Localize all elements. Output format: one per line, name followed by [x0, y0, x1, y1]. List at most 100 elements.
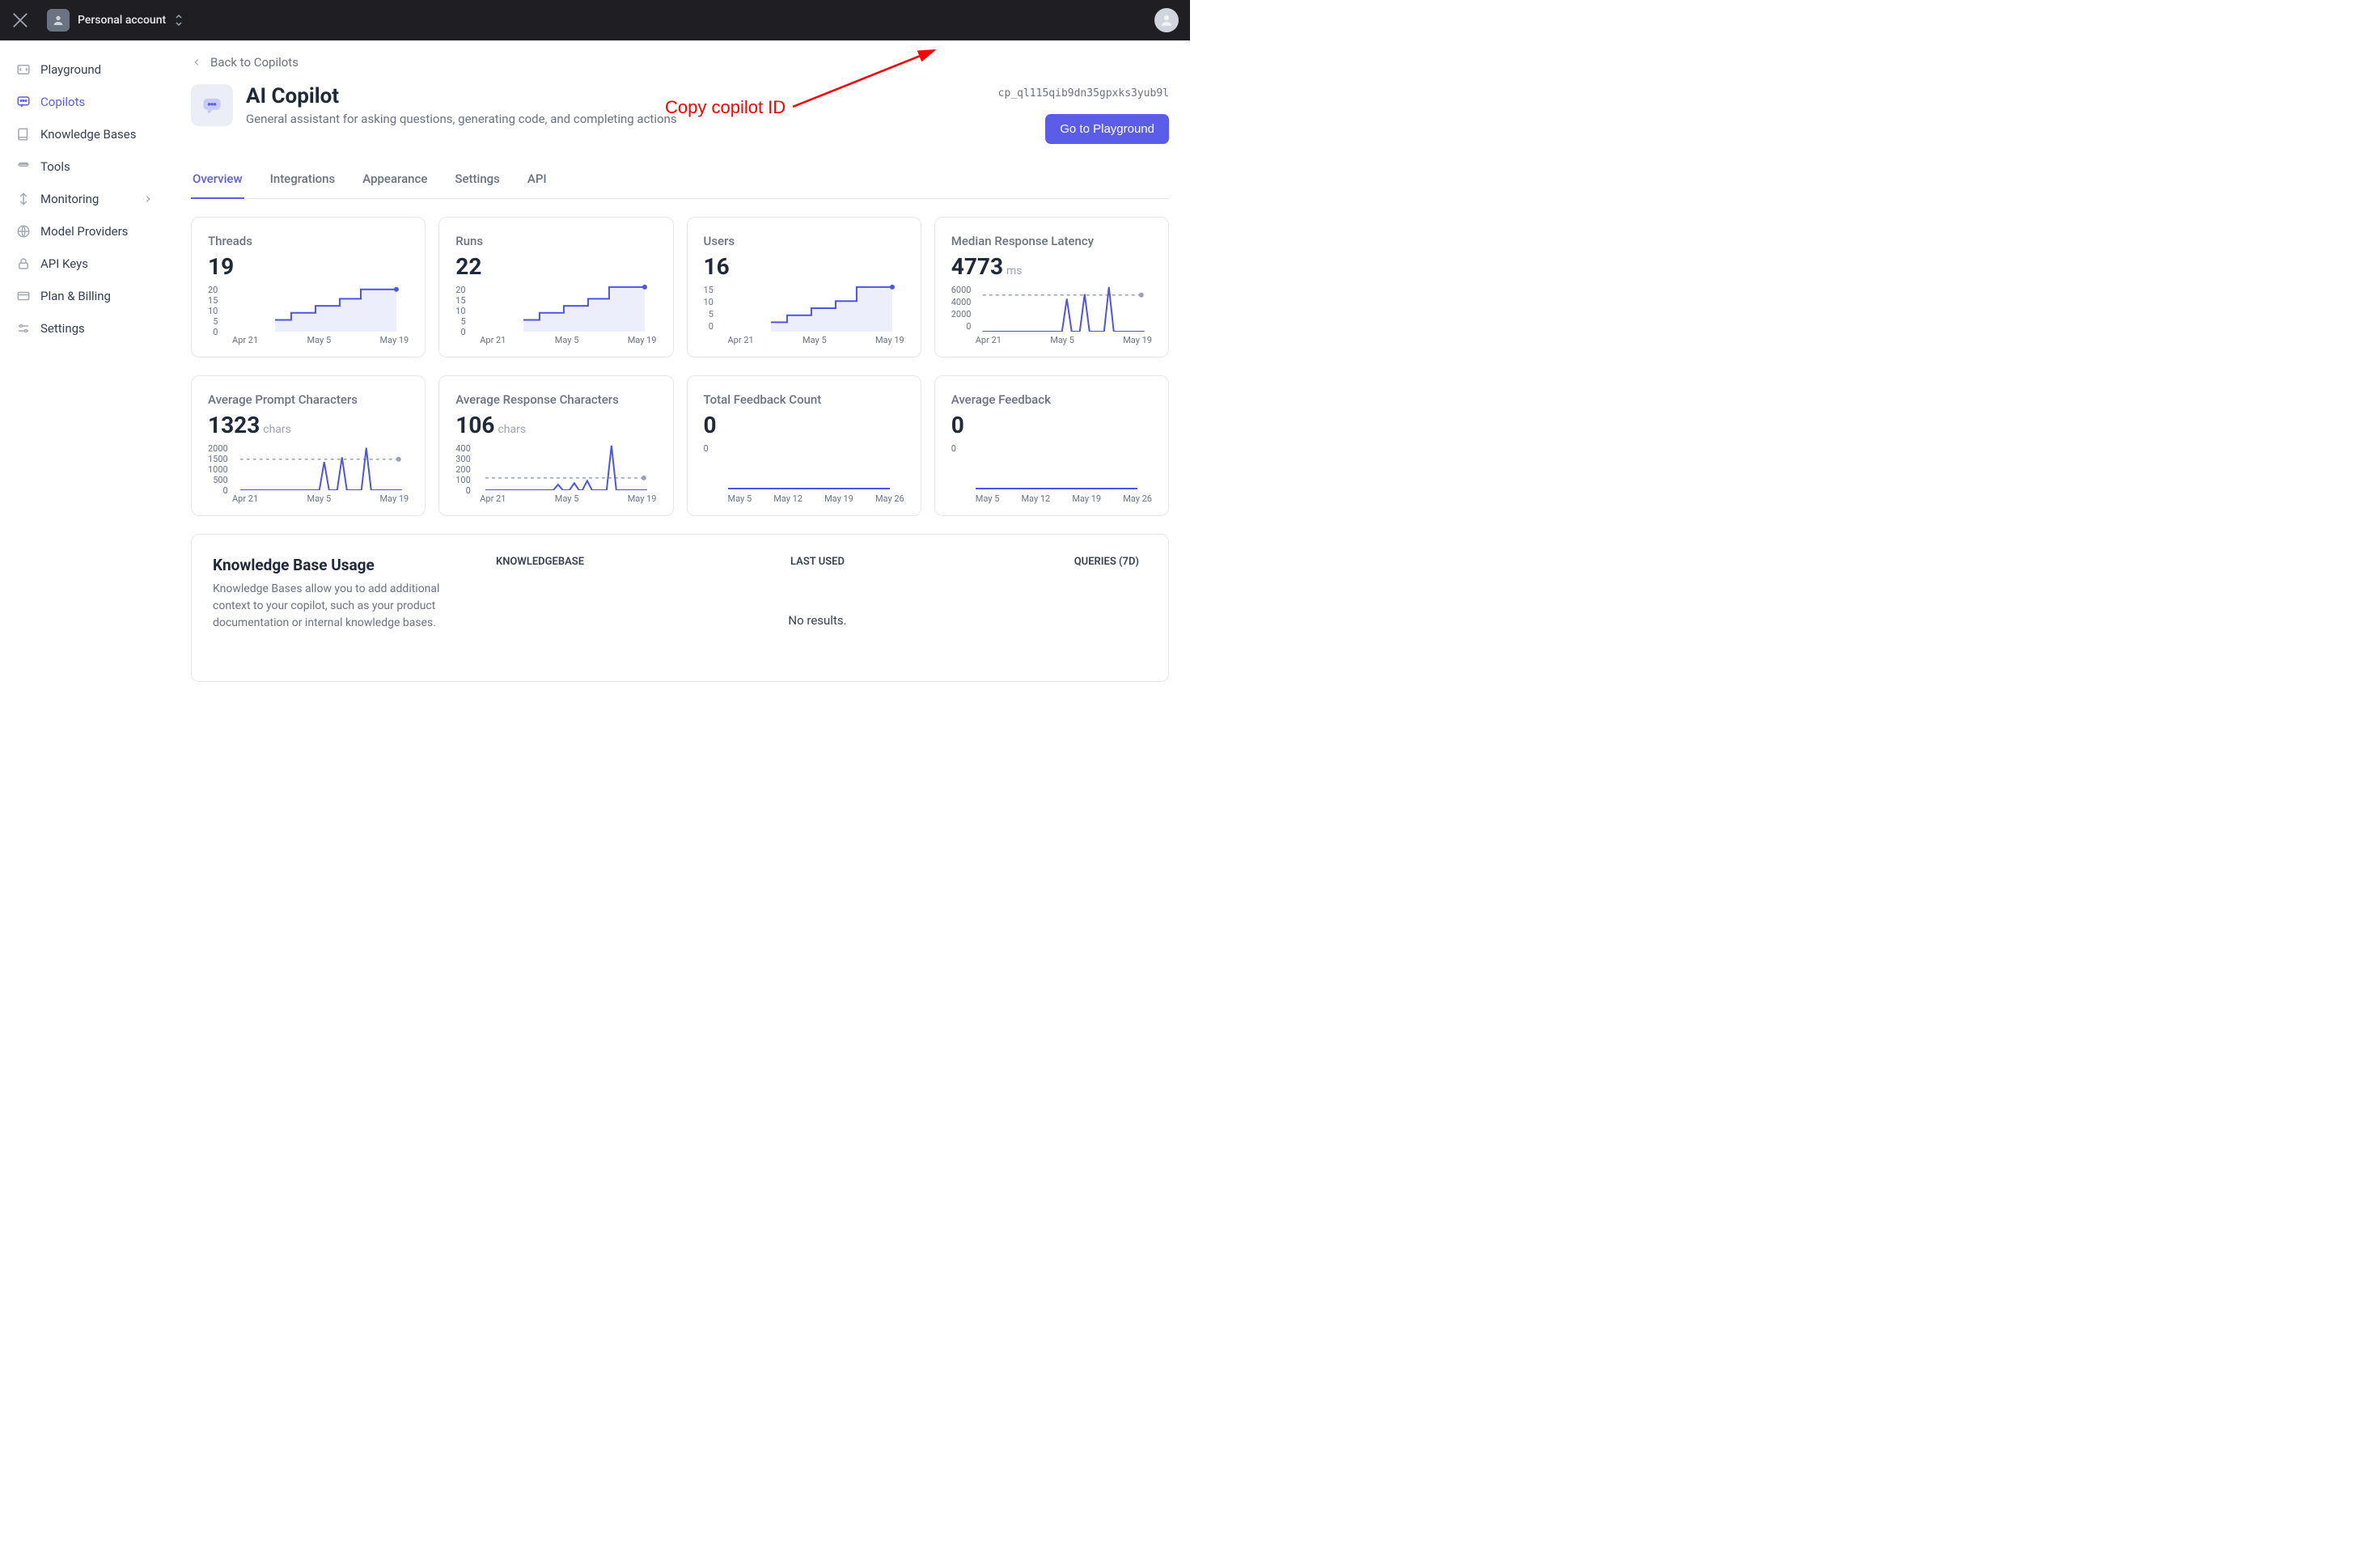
- kb-table-header: KNOWLEDGEBASE LAST USED QUERIES (7D): [488, 556, 1147, 581]
- card-icon: [16, 289, 31, 303]
- y-axis: 4003002001000: [455, 443, 471, 490]
- sidebar-item-knowledge-bases[interactable]: Knowledge Bases: [8, 120, 162, 149]
- card-value: 0: [704, 412, 717, 438]
- tabs: Overview Integrations Appearance Settings AP…: [191, 163, 1169, 199]
- sidebar-item-label: Settings: [40, 321, 85, 336]
- sidebar-item-plan-billing[interactable]: Plan & Billing: [8, 281, 162, 311]
- metric-card: Average Feedback 0 0 May 5May 12May 19Ma…: [934, 375, 1169, 516]
- page-subtitle: General assistant for asking questions, …: [246, 112, 677, 126]
- back-to-copilots-link[interactable]: Back to Copilots: [191, 55, 299, 70]
- card-title: Runs: [455, 234, 656, 248]
- go-to-playground-button[interactable]: Go to Playground: [1045, 114, 1169, 144]
- sidebar-item-settings[interactable]: Settings: [8, 314, 162, 343]
- sidebar-item-label: Playground: [40, 62, 101, 77]
- sidebar-item-label: Knowledge Bases: [40, 127, 136, 142]
- tab-appearance[interactable]: Appearance: [361, 163, 429, 199]
- y-axis: 0: [951, 443, 956, 490]
- chart: [471, 285, 657, 332]
- chart: [714, 443, 904, 490]
- sidebar-item-model-providers[interactable]: Model Providers: [8, 217, 162, 246]
- main-content: Back to Copilots AI Copilot General assi…: [170, 40, 1190, 714]
- arrow-left-icon: [191, 57, 202, 68]
- metric-card: Threads 19 20151050 Apr 21May 5May 19: [191, 217, 426, 358]
- user-avatar[interactable]: [1154, 8, 1179, 32]
- chart: [222, 285, 409, 332]
- account-switcher[interactable]: Personal account: [40, 6, 190, 35]
- chart: [961, 443, 1152, 490]
- card-value: 19: [208, 253, 234, 280]
- x-axis: May 5May 12May 19May 26: [704, 490, 904, 504]
- metric-card: Total Feedback Count 0 0 May 5May 12May …: [687, 375, 921, 516]
- card-title: Users: [704, 234, 904, 248]
- x-axis: Apr 21May 5May 19: [208, 332, 409, 345]
- x-axis: Apr 21May 5May 19: [208, 490, 409, 504]
- card-title: Average Response Characters: [455, 392, 656, 407]
- copilot-id[interactable]: cp_ql115qib9dn35gpxks3yub9l: [998, 87, 1169, 99]
- chart: [976, 285, 1152, 332]
- card-title: Average Feedback: [951, 392, 1152, 407]
- sidebar-item-label: Model Providers: [40, 224, 128, 239]
- sidebar-item-api-keys[interactable]: API Keys: [8, 249, 162, 278]
- x-axis: Apr 21May 5May 19: [704, 332, 904, 345]
- x-axis: Apr 21May 5May 19: [455, 332, 656, 345]
- back-label: Back to Copilots: [210, 55, 299, 70]
- tab-api[interactable]: API: [526, 163, 548, 199]
- x-axis: Apr 21May 5May 19: [455, 490, 656, 504]
- globe-icon: [16, 224, 31, 239]
- metric-card: Average Prompt Characters 1323chars 2000…: [191, 375, 426, 516]
- topbar: Personal account: [0, 0, 1190, 40]
- x-axis: May 5May 12May 19May 26: [951, 490, 1152, 504]
- sidebar-item-label: Tools: [40, 159, 70, 174]
- chart: [233, 443, 409, 490]
- y-axis: 6000400020000: [951, 285, 972, 332]
- metric-card: Median Response Latency 4773ms 600040002…: [934, 217, 1169, 358]
- chart: [476, 443, 657, 490]
- card-value: 4773: [951, 253, 1003, 280]
- kb-col-queries: QUERIES (7D): [925, 556, 1139, 568]
- lock-icon: [16, 256, 31, 271]
- app-logo-icon: [11, 11, 29, 29]
- y-axis: 20151050: [455, 285, 465, 332]
- y-axis: 2000150010005000: [208, 443, 228, 490]
- chevron-right-icon: [142, 193, 154, 205]
- sidebar-item-tools[interactable]: Tools: [8, 152, 162, 181]
- y-axis: 151050: [704, 285, 714, 332]
- card-unit: chars: [263, 423, 291, 436]
- card-value: 0: [951, 412, 964, 438]
- kb-description: Knowledge Bases allow you to add additio…: [213, 581, 455, 632]
- tab-integrations[interactable]: Integrations: [269, 163, 337, 199]
- kb-title: Knowledge Base Usage: [213, 556, 455, 574]
- updown-icon: [174, 14, 184, 27]
- sidebar: Playground Copilots Knowledge Bases Tool…: [0, 40, 170, 714]
- knowledge-base-section: Knowledge Base Usage Knowledge Bases all…: [191, 534, 1169, 682]
- metric-card: Users 16 151050 Apr 21May 5May 19: [687, 217, 921, 358]
- tab-settings[interactable]: Settings: [453, 163, 502, 199]
- tab-overview[interactable]: Overview: [191, 163, 244, 199]
- sidebar-item-label: Plan & Billing: [40, 289, 111, 303]
- card-title: Total Feedback Count: [704, 392, 904, 407]
- sidebar-item-label: Monitoring: [40, 192, 99, 206]
- sidebar-item-label: Copilots: [40, 95, 85, 109]
- x-axis: Apr 21May 5May 19: [951, 332, 1152, 345]
- book-icon: [16, 127, 31, 142]
- card-value: 16: [704, 253, 730, 280]
- card-value: 22: [455, 253, 481, 280]
- y-axis: 0: [704, 443, 709, 490]
- account-avatar-icon: [47, 9, 70, 32]
- code-icon: [16, 62, 31, 77]
- sliders-icon: [16, 321, 31, 336]
- copilot-avatar-icon: [191, 84, 233, 126]
- card-title: Median Response Latency: [951, 234, 1152, 248]
- sidebar-item-monitoring[interactable]: Monitoring: [8, 184, 162, 214]
- card-value: 106: [455, 412, 494, 438]
- card-value: 1323: [208, 412, 260, 438]
- card-title: Threads: [208, 234, 409, 248]
- sidebar-item-copilots[interactable]: Copilots: [8, 87, 162, 116]
- chat-icon: [16, 95, 31, 109]
- page-title: AI Copilot: [246, 84, 677, 108]
- sidebar-item-playground[interactable]: Playground: [8, 55, 162, 84]
- y-axis: 20151050: [208, 285, 218, 332]
- card-unit: chars: [498, 423, 526, 436]
- metric-card: Average Response Characters 106 chars 400…: [438, 375, 673, 516]
- metric-card: Runs 22 20151050 Apr 21May 5May 19: [438, 217, 673, 358]
